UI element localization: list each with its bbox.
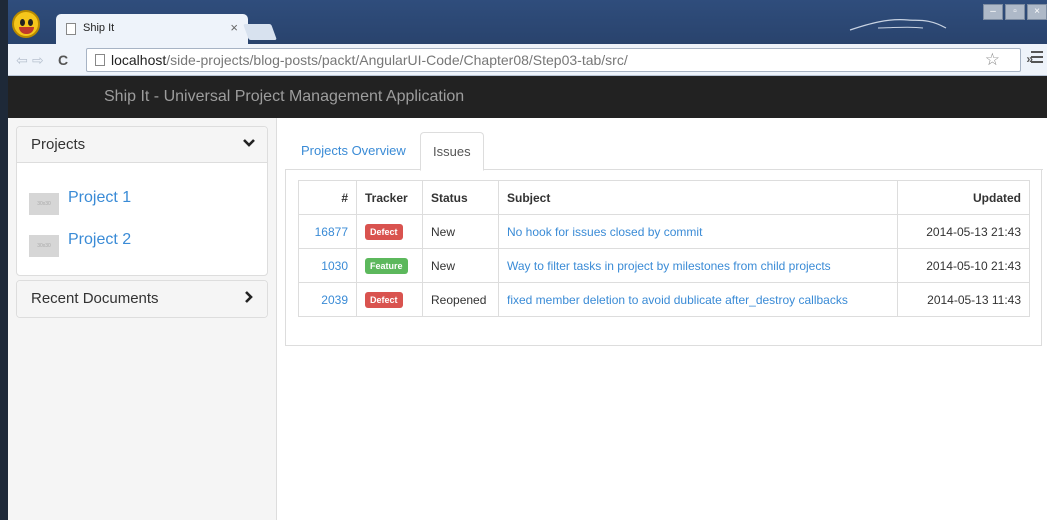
issue-id-link[interactable]: 2039 (321, 293, 348, 307)
back-arrow-icon[interactable]: ⇦ (16, 52, 28, 69)
projects-panel: Projects 30x30 Project 1 30x30 Project 2 (16, 126, 268, 276)
column-header-tracker: Tracker (356, 180, 423, 215)
tab-projects-overview[interactable]: Projects Overview (289, 132, 418, 170)
issue-id-link[interactable]: 16877 (315, 225, 348, 239)
table-row: 1030 Feature New Way to filter tasks in … (298, 248, 1030, 283)
tab-issues[interactable]: Issues (420, 132, 484, 171)
tracker-badge: Feature (365, 257, 408, 274)
bookmark-star-icon[interactable]: ☆ (985, 50, 1000, 70)
page-content: Projects 30x30 Project 1 30x30 Project 2… (8, 118, 1047, 520)
forward-arrow-icon[interactable]: ⇨ (32, 52, 44, 69)
table-header-row: # Tracker Status Subject Updated (298, 180, 1030, 215)
reload-icon[interactable]: C (58, 52, 68, 68)
table-row: 16877 Defect New No hook for issues clos… (298, 214, 1030, 249)
menu-icon[interactable] (1031, 51, 1043, 63)
browser-tab[interactable]: Ship It × (56, 14, 248, 44)
browser-tab-title: Ship It (83, 22, 115, 34)
project-thumbnail: 30x30 (29, 235, 59, 257)
close-window-button[interactable]: × (1027, 4, 1047, 20)
recent-documents-heading: Recent Documents (31, 290, 159, 307)
browser-toolbar: ⇦ ⇨ C localhost/side-projects/blog-posts… (8, 44, 1047, 76)
page-icon (66, 23, 76, 35)
issues-tab-pane: # Tracker Status Subject Updated 16877 D… (285, 170, 1042, 346)
chevron-down-icon (243, 139, 255, 147)
tracker-badge: Defect (365, 291, 403, 308)
address-bar[interactable]: localhost/side-projects/blog-posts/packt… (86, 48, 1021, 72)
tab-bar: Projects Overview Issues (285, 132, 1043, 171)
issues-table: # Tracker Status Subject Updated 16877 D… (298, 180, 1030, 317)
recent-documents-panel: Recent Documents (16, 280, 268, 318)
projects-panel-heading[interactable]: Projects (17, 127, 267, 163)
sidebar: Projects 30x30 Project 1 30x30 Project 2… (8, 118, 277, 520)
main-area: Projects Overview Issues # Tracker Statu… (285, 118, 1043, 520)
recent-documents-heading-bar[interactable]: Recent Documents (17, 281, 267, 317)
window-controls: – ▫ × (983, 4, 1047, 20)
car-logo-icon (849, 19, 947, 31)
column-header-subject: Subject (498, 180, 898, 215)
issue-subject-link[interactable]: fixed member deletion to avoid dublicate… (507, 293, 848, 307)
updated-text: 2014-05-13 11:43 (897, 282, 1030, 317)
projects-heading: Projects (31, 136, 86, 153)
column-header-id: # (298, 180, 357, 215)
app-title[interactable]: Ship It - Universal Project Management A… (104, 88, 464, 106)
browser-window: Ship It × – ▫ × ⇦ ⇨ C localhost/side-pro… (8, 0, 1047, 520)
project-link[interactable]: Project 1 (68, 189, 131, 207)
project-thumbnail: 30x30 (29, 193, 59, 215)
maximize-button[interactable]: ▫ (1005, 4, 1025, 20)
updated-text: 2014-05-10 21:43 (897, 248, 1030, 283)
minimize-button[interactable]: – (983, 4, 1003, 20)
page-icon (95, 54, 105, 66)
updated-text: 2014-05-13 21:43 (897, 214, 1030, 249)
table-row: 2039 Defect Reopened fixed member deleti… (298, 282, 1030, 317)
status-text: Reopened (422, 282, 499, 317)
profile-avatar-icon[interactable] (12, 10, 40, 38)
tab-close-icon[interactable]: × (230, 20, 238, 35)
issue-subject-link[interactable]: No hook for issues closed by commit (507, 225, 702, 239)
issue-subject-link[interactable]: Way to filter tasks in project by milest… (507, 259, 831, 273)
project-link[interactable]: Project 2 (68, 231, 131, 249)
app-navbar: Ship It - Universal Project Management A… (8, 76, 1047, 118)
tracker-badge: Defect (365, 223, 403, 240)
chevron-right-icon (245, 291, 253, 303)
url-host: localhost (111, 52, 167, 68)
url-path: /side-projects/blog-posts/packt/AngularU… (166, 52, 628, 68)
column-header-updated: Updated (897, 180, 1030, 215)
tab-strip: Ship It × – ▫ × (8, 0, 1047, 44)
status-text: New (422, 248, 499, 283)
new-tab-button[interactable] (243, 24, 277, 40)
issue-id-link[interactable]: 1030 (321, 259, 348, 273)
status-text: New (422, 214, 499, 249)
column-header-status: Status (422, 180, 499, 215)
url-text[interactable]: localhost/side-projects/blog-posts/packt… (111, 52, 628, 68)
